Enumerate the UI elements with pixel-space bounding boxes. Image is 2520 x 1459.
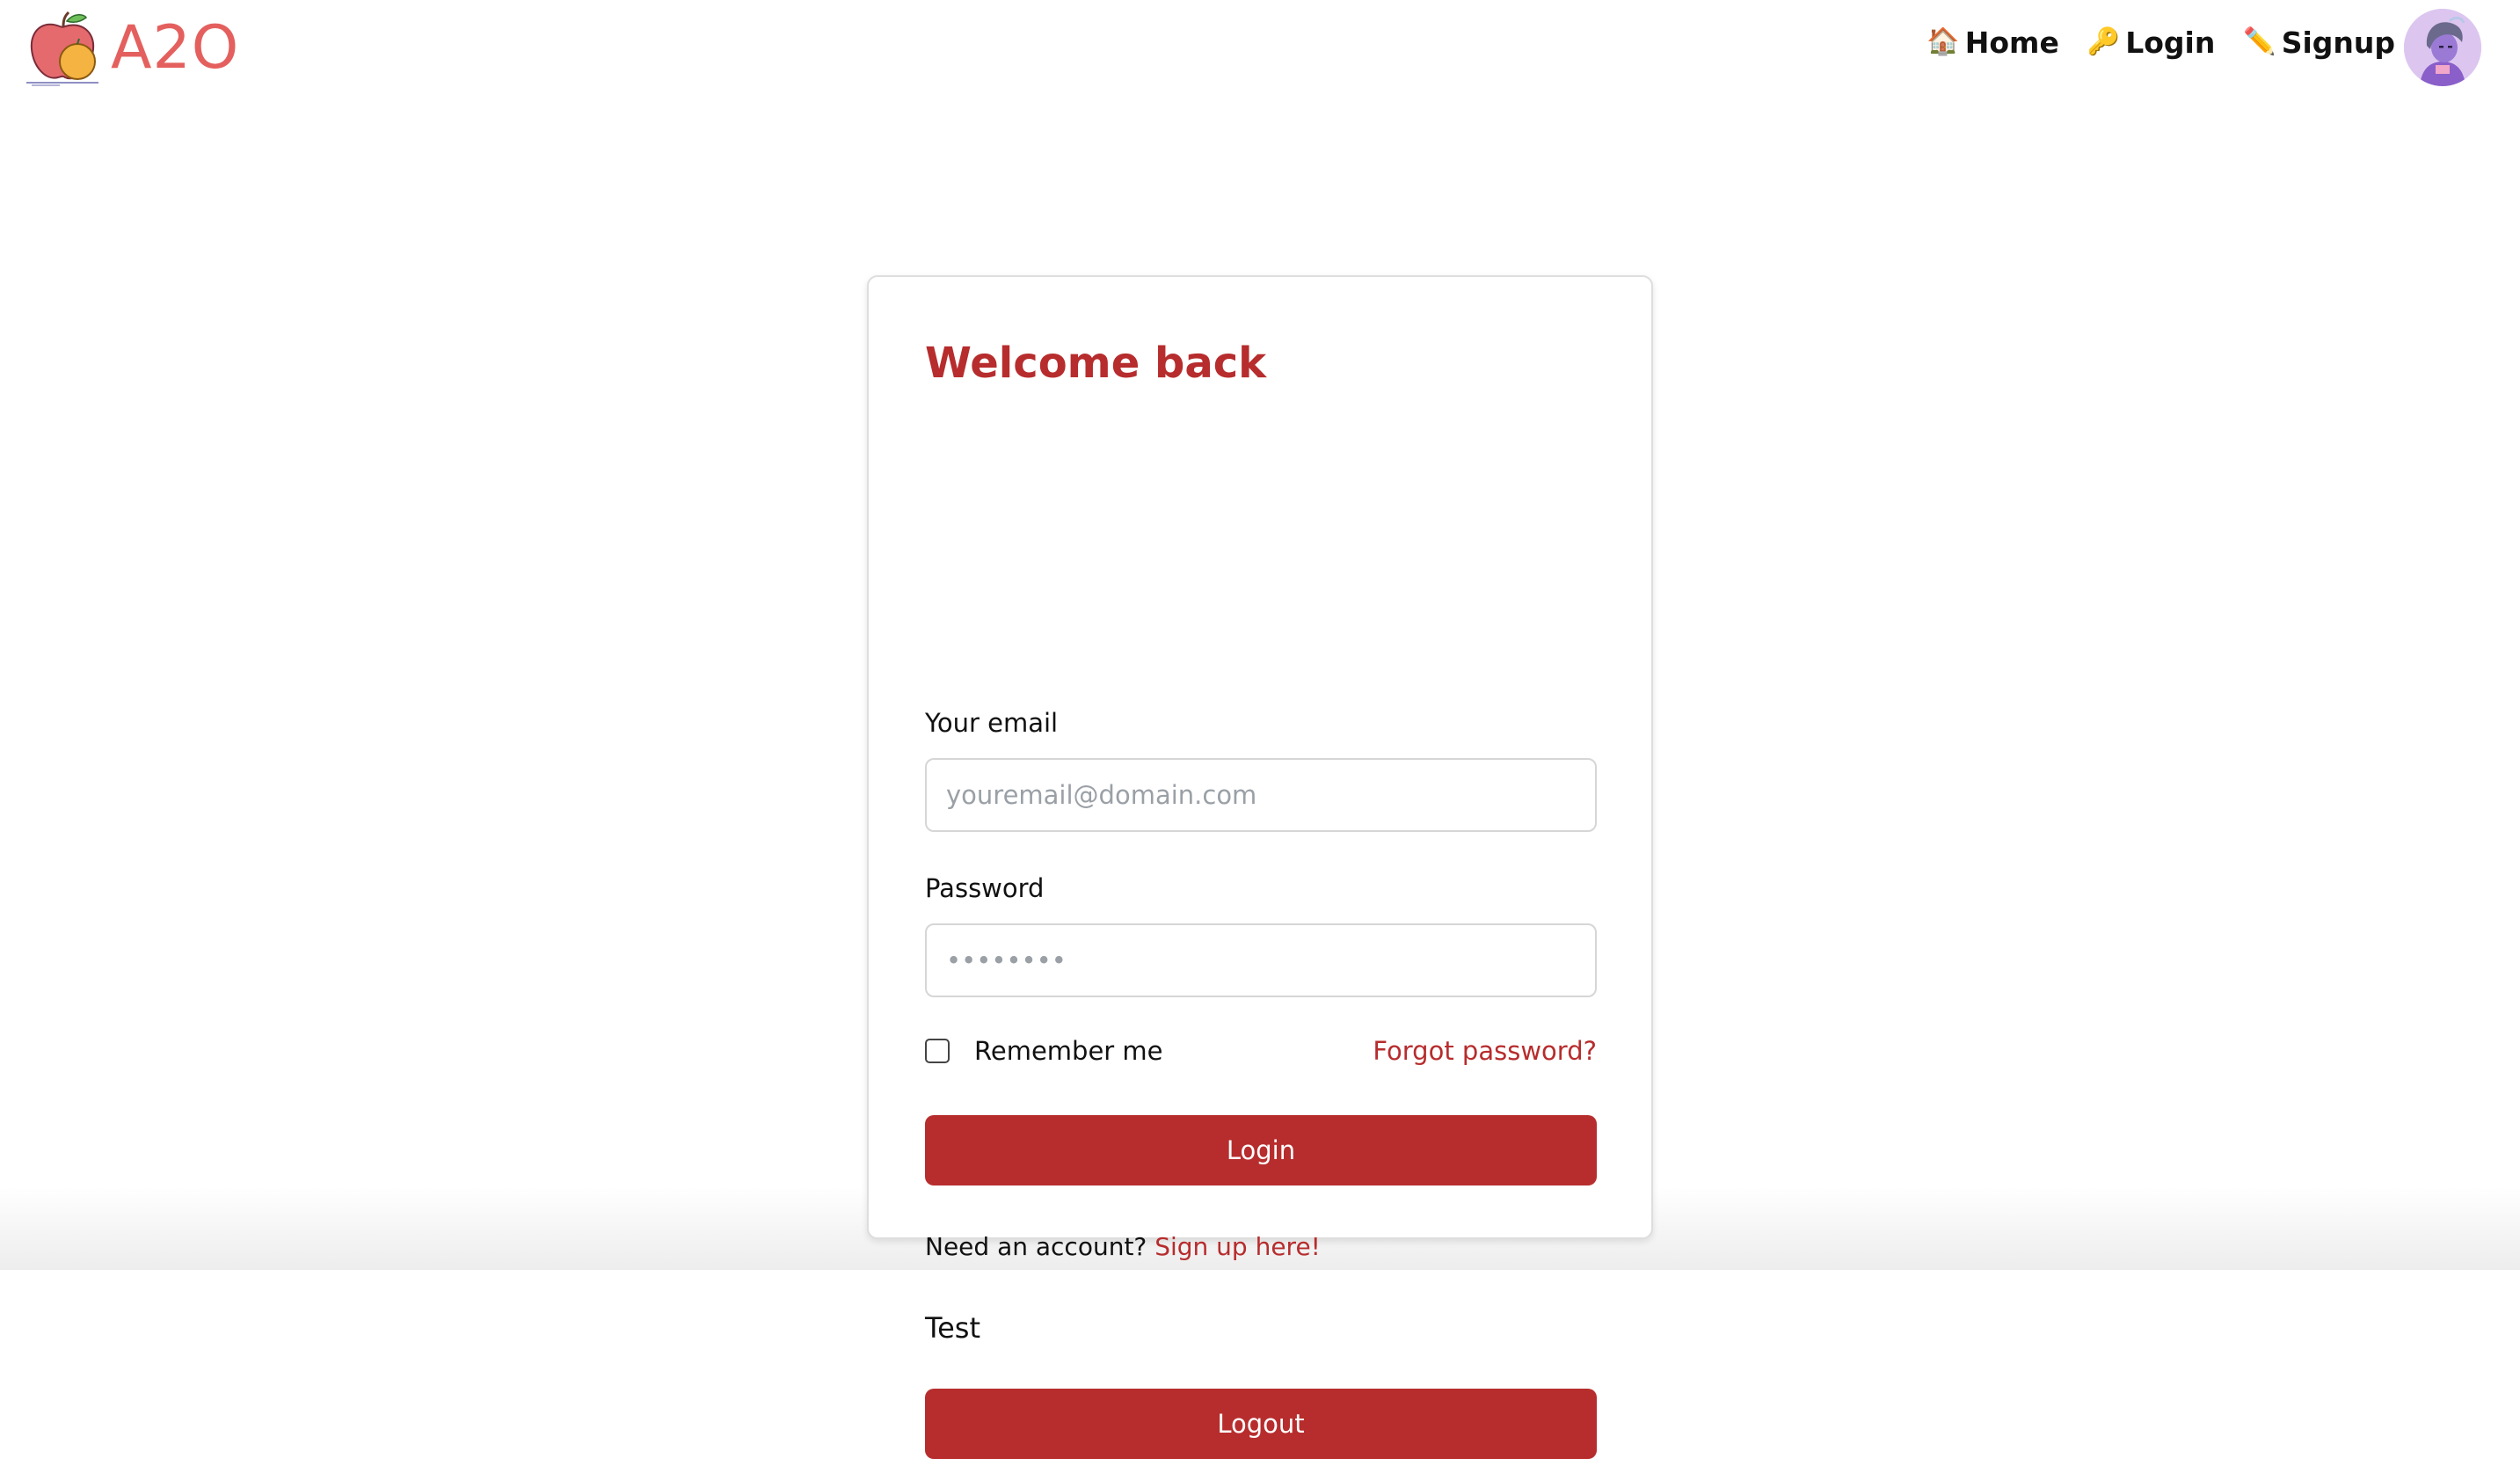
- signup-row: Need an account? Sign up here!: [925, 1232, 1321, 1261]
- signup-link[interactable]: Sign up here!: [1154, 1232, 1321, 1261]
- email-field[interactable]: [925, 758, 1597, 832]
- brand[interactable]: A2O: [25, 9, 239, 88]
- top-navbar: A2O 🏠 Home 🔑 Login ✏️ Signup: [0, 0, 2520, 97]
- nav-login[interactable]: 🔑 Login: [2087, 26, 2216, 60]
- nav-home-label: Home: [1964, 25, 2059, 60]
- login-card: Welcome back Your email Password Remembe…: [867, 275, 1653, 1459]
- house-icon: 🏠: [1926, 26, 1960, 57]
- signup-prompt: Need an account?: [925, 1232, 1155, 1261]
- nav-home[interactable]: 🏠 Home: [1926, 26, 2058, 60]
- password-field[interactable]: [925, 923, 1597, 997]
- login-button[interactable]: Login: [925, 1115, 1597, 1185]
- key-icon: 🔑: [2087, 26, 2121, 57]
- pencil-icon: ✏️: [2243, 26, 2276, 57]
- logout-button[interactable]: Logout: [925, 1389, 1597, 1459]
- remember-me-checkbox[interactable]: [925, 1039, 950, 1063]
- remember-row: Remember me Forgot password?: [925, 1035, 1597, 1070]
- main-nav: 🏠 Home 🔑 Login ✏️ Signup: [1926, 18, 2395, 67]
- password-label: Password: [925, 873, 1045, 903]
- nav-login-label: Login: [2125, 25, 2216, 60]
- card-title: Welcome back: [925, 339, 1267, 388]
- forgot-password-link[interactable]: Forgot password?: [1373, 1036, 1597, 1066]
- user-avatar-icon: [2404, 9, 2481, 86]
- remember-me-label: Remember me: [974, 1036, 1163, 1066]
- brand-name: A2O: [111, 13, 240, 83]
- test-text: Test: [925, 1311, 981, 1345]
- nav-signup-label: Signup: [2281, 25, 2395, 60]
- nav-signup[interactable]: ✏️ Signup: [2243, 26, 2395, 60]
- email-label: Your email: [925, 708, 1059, 738]
- user-avatar[interactable]: [2404, 9, 2481, 86]
- apple-orange-logo-icon: [26, 11, 98, 86]
